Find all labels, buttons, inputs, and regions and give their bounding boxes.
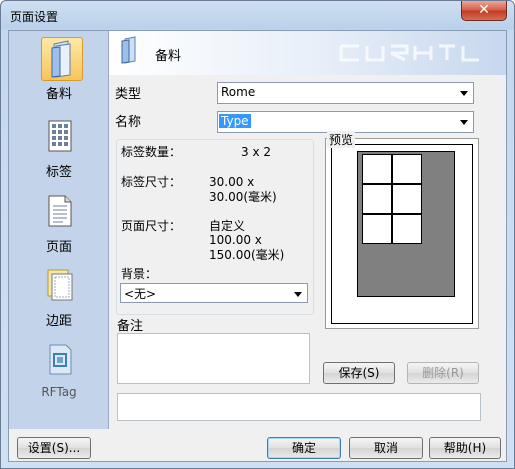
preview-panel	[325, 138, 479, 329]
sidebar-item-rftag[interactable]: RFTag	[15, 339, 103, 409]
save-button[interactable]: 保存(S)	[323, 362, 395, 384]
ok-button[interactable]: 确定	[267, 437, 341, 459]
rftag-icon	[45, 343, 75, 377]
type-select-value: Rome	[221, 85, 256, 99]
sidebar-item-page[interactable]: 页面	[15, 190, 103, 260]
watermark-logo	[339, 42, 489, 64]
page-size-type: 自定义	[209, 219, 246, 233]
settings-button[interactable]: 设置(S)...	[17, 437, 91, 459]
preview-cell	[392, 154, 422, 184]
page-size-value: 100.00 x 150.00(毫米)	[209, 233, 285, 262]
background-select-value: <无>	[124, 287, 157, 301]
notes-label: 备注	[117, 319, 144, 334]
delete-button[interactable]: 删除(R)	[407, 362, 479, 384]
preview-label-area	[357, 151, 455, 297]
sidebar-item-labels[interactable]: 标签	[15, 115, 103, 185]
sidebar-item-label: 页面	[45, 240, 72, 255]
dialog-window: 页面设置 ✕ 备料 标签 页面 边距 RFTag 备料 类型 Rome 名称 T…	[0, 0, 515, 469]
description-box	[117, 393, 481, 421]
preview-page	[331, 144, 473, 324]
preview-cell	[392, 184, 422, 214]
sidebar-item-margins[interactable]: 边距	[15, 264, 103, 334]
window-title: 页面设置	[10, 10, 59, 24]
background-label: 背景：	[121, 267, 158, 281]
name-combobox[interactable]: Type	[217, 111, 474, 133]
dialog-client: 备料 标签 页面 边距 RFTag 备料 类型 Rome 名称 Type 标签数…	[8, 30, 507, 462]
sidebar-item-materials[interactable]: 备料	[15, 37, 103, 107]
section-banner: 备料	[109, 31, 506, 75]
background-select[interactable]: <无>	[120, 283, 308, 303]
notes-textarea[interactable]	[117, 333, 310, 384]
preview-cell	[362, 184, 392, 214]
close-button[interactable]: ✕	[461, 1, 507, 21]
chevron-down-icon[interactable]	[290, 284, 307, 302]
banner-title: 备料	[155, 49, 182, 64]
sidebar-item-label: RFTag	[41, 385, 77, 399]
chevron-down-icon[interactable]	[456, 112, 473, 132]
cancel-button[interactable]: 取消	[349, 437, 423, 459]
label-size-value: 30.00 x 30.00(毫米)	[209, 175, 277, 204]
sidebar: 备料 标签 页面 边距 RFTag	[9, 31, 109, 429]
chevron-down-icon[interactable]	[456, 83, 473, 103]
help-button[interactable]: 帮助(H)	[429, 437, 501, 459]
sidebar-item-label: 标签	[45, 165, 72, 180]
type-label: 类型	[115, 87, 142, 102]
page-size-label: 页面尺寸：	[121, 219, 182, 233]
sidebar-item-label: 备料	[45, 87, 72, 102]
folder-icon	[119, 35, 141, 65]
preview-cell	[392, 214, 422, 244]
name-label: 名称	[115, 115, 142, 130]
preview-cell	[362, 154, 392, 184]
grid-icon	[45, 119, 75, 153]
folder-icon	[41, 37, 83, 81]
label-count-value: 3 x 2	[241, 145, 271, 159]
type-select[interactable]: Rome	[217, 82, 474, 104]
label-count-label: 标签数量：	[121, 145, 182, 159]
title-bar[interactable]: 页面设置 ✕	[1, 1, 514, 29]
preview-cell	[362, 214, 392, 244]
margin-icon	[45, 268, 75, 302]
sidebar-item-label: 边距	[45, 314, 72, 329]
preview-label: 预览	[327, 131, 356, 148]
page-icon	[45, 194, 75, 228]
name-combobox-value[interactable]: Type	[219, 114, 251, 128]
label-size-label: 标签尺寸：	[121, 175, 182, 189]
